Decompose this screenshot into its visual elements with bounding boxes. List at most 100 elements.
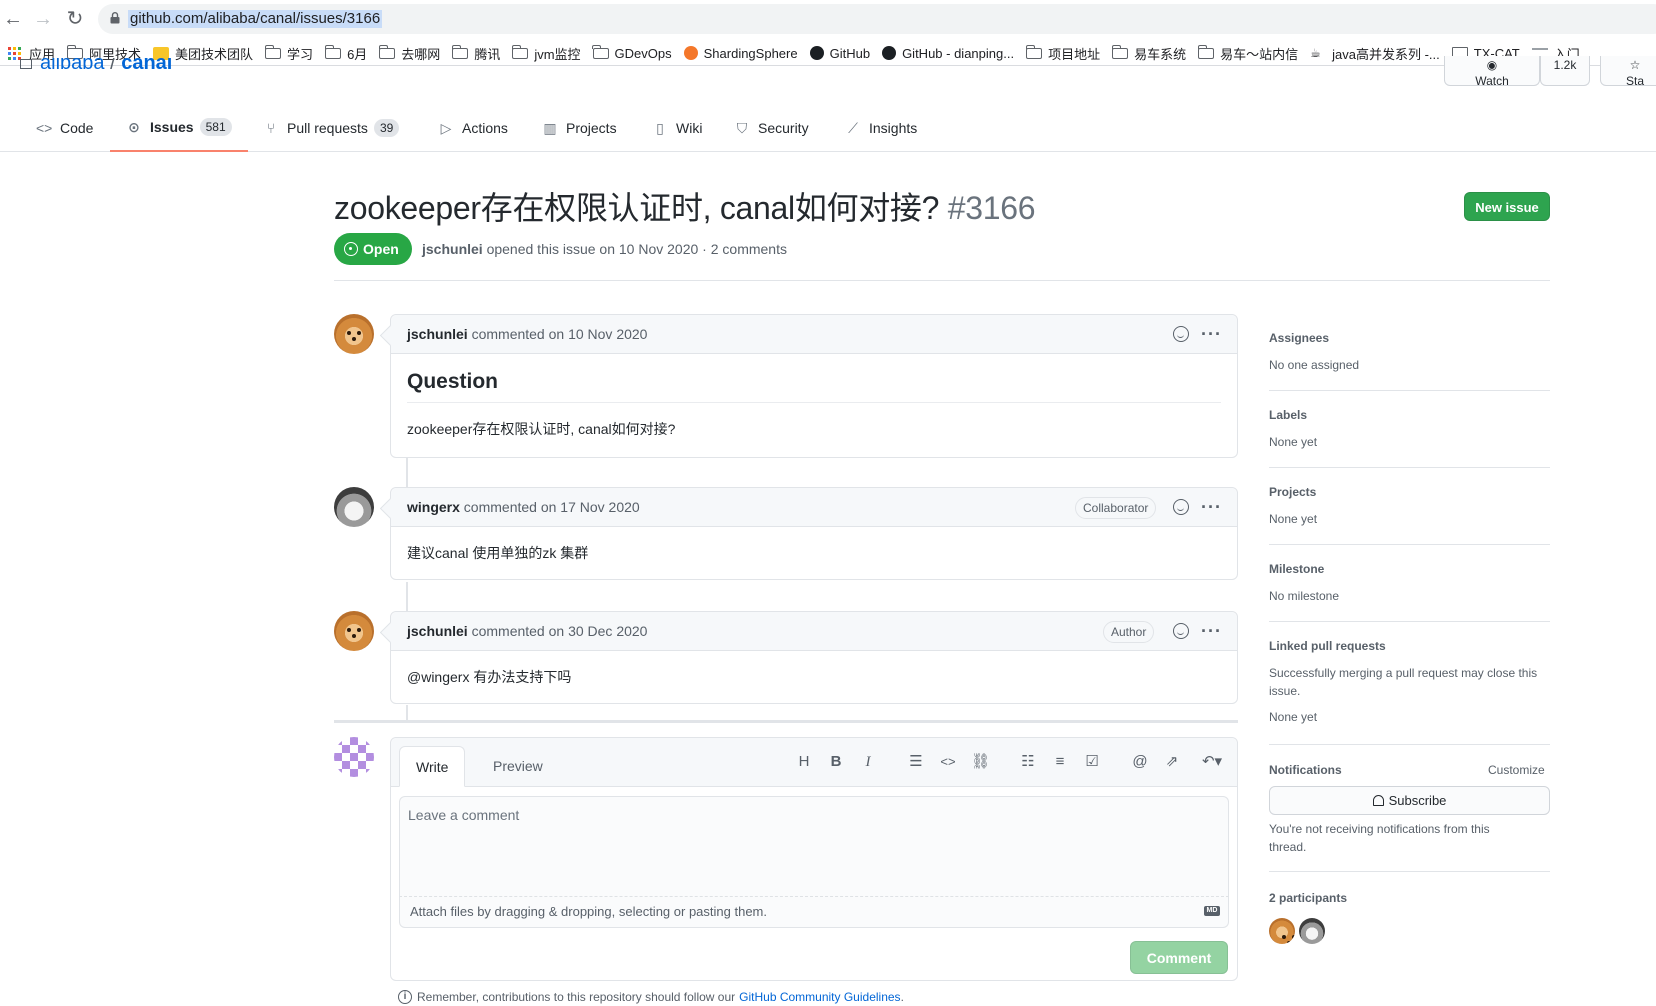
smiley-icon[interactable] <box>1173 499 1189 515</box>
labels-heading[interactable]: Labels <box>1269 408 1550 422</box>
back-arrow-icon[interactable]: ← <box>0 6 26 32</box>
sidebar-divider <box>1269 544 1550 545</box>
avatar[interactable] <box>334 487 374 527</box>
bookmark-item[interactable]: GitHub - dianping... <box>882 42 1014 64</box>
sidebar-divider <box>1269 744 1550 745</box>
unordered-list-icon[interactable]: ☷ <box>1019 753 1037 771</box>
bookmark-label: GitHub <box>829 45 871 61</box>
comment-author-link[interactable]: jschunlei <box>407 326 468 342</box>
quote-icon[interactable]: ☰ <box>907 753 925 771</box>
tab-preview[interactable]: Preview <box>477 746 559 787</box>
code-icon[interactable]: <> <box>939 753 957 771</box>
milestone-heading[interactable]: Milestone <box>1269 562 1550 576</box>
milestone-value: No milestone <box>1269 589 1340 603</box>
bookmark-item[interactable]: 项目地址 <box>1025 42 1101 64</box>
projects-value: None yet <box>1269 512 1318 526</box>
shardingsphere-icon <box>683 46 698 60</box>
mention-icon[interactable]: @ <box>1131 753 1149 771</box>
repo-owner-link[interactable]: alibaba <box>40 58 105 72</box>
smiley-icon[interactable] <box>1173 623 1189 639</box>
italic-icon[interactable]: I <box>859 753 877 771</box>
tab-code[interactable]: <> Code <box>36 104 93 152</box>
link-icon[interactable]: ⛓ <box>971 753 990 771</box>
projects-heading[interactable]: Projects <box>1269 485 1550 499</box>
comment-author-link[interactable]: wingerx <box>407 499 460 515</box>
heading-icon[interactable]: H <box>795 753 813 771</box>
subscribe-button[interactable]: Subscribe <box>1269 786 1550 815</box>
comment-button[interactable]: Comment <box>1130 941 1228 974</box>
comment-body: @wingerx 有办法支持下吗 <box>391 651 1237 703</box>
attach-files-area[interactable]: Attach files by dragging & dropping, sel… <box>399 897 1229 928</box>
avatar[interactable] <box>334 314 374 354</box>
assignees-heading[interactable]: Assignees <box>1269 331 1550 345</box>
reload-icon[interactable]: ↻ <box>62 6 88 32</box>
comment-textarea[interactable]: Leave a comment <box>399 796 1229 897</box>
guidelines-link[interactable]: GitHub Community Guidelines <box>739 990 900 1004</box>
bookmark-label: 项目地址 <box>1048 46 1101 62</box>
comment-author-link[interactable]: jschunlei <box>407 623 468 639</box>
comment: jschunlei commented on 10 Nov 2020 ··· Q… <box>390 314 1238 458</box>
url-text[interactable]: github.com/alibaba/canal/issues/3166 <box>128 10 383 28</box>
linked-prs-description: Successfully merging a pull request may … <box>1269 666 1538 698</box>
tab-issues[interactable]: ⊙ Issues 581 <box>110 104 248 152</box>
tab-actions[interactable]: ▷ Actions <box>438 104 508 152</box>
bookmark-item[interactable]: GDevOps <box>592 42 672 64</box>
assignees-value: No one assigned <box>1269 358 1360 372</box>
graph-icon: ⟋ <box>848 120 858 136</box>
shield-icon: ⛉ <box>736 120 748 136</box>
kebab-menu-icon[interactable]: ··· <box>1201 315 1222 354</box>
participants-heading: 2 participants <box>1269 891 1348 905</box>
participant-avatar[interactable] <box>1299 918 1325 944</box>
tab-pull-requests[interactable]: ⑂ Pull requests 39 <box>263 104 400 152</box>
task-list-icon[interactable]: ☑ <box>1083 753 1101 771</box>
avatar[interactable] <box>334 611 374 651</box>
star-button[interactable]: ☆ Sta <box>1600 56 1656 86</box>
cross-reference-icon[interactable]: ⇗ <box>1163 753 1181 771</box>
comment-editor: Write Preview H B I ☰ <> ⛓ ☷ ≡ ☑ @ ⇗ ↶▾ … <box>390 737 1238 981</box>
tab-write[interactable]: Write <box>399 746 466 787</box>
bookmark-label: 美团技术团队 <box>175 46 254 62</box>
watch-count[interactable]: 1.2k <box>1540 56 1590 86</box>
bookmark-item[interactable]: 去哪网 <box>378 42 441 64</box>
avatar[interactable] <box>334 737 374 777</box>
remember-note: i Remember, contributions to this reposit… <box>398 990 904 1004</box>
new-issue-button[interactable]: New issue <box>1464 192 1550 221</box>
comment-header: wingerx commented on 17 Nov 2020 Collabo… <box>391 488 1237 527</box>
bookmark-item[interactable]: 6月 <box>324 42 367 64</box>
browser-chrome: ← → ↻ github.com/alibaba/canal/issues/31… <box>0 0 1656 66</box>
bookmark-item[interactable]: ☕ java高并发系列 -... <box>1310 42 1440 64</box>
tab-security[interactable]: ⛉ Security <box>734 104 809 152</box>
forward-arrow-icon[interactable]: → <box>30 6 56 32</box>
bold-icon[interactable]: B <box>827 753 845 771</box>
linked-prs-heading: Linked pull requests <box>1269 639 1386 653</box>
editor-toolbar: Write Preview H B I ☰ <> ⛓ ☷ ≡ ☑ @ ⇗ ↶▾ <box>391 738 1237 787</box>
tab-wiki[interactable]: ▯ Wiki <box>652 104 702 152</box>
bookmark-item[interactable]: 学习 <box>264 42 313 64</box>
repo-name-link[interactable]: canal <box>121 58 172 72</box>
watch-button[interactable]: ◉ Watch ▾ <box>1444 56 1540 86</box>
issue-author-link[interactable]: jschunlei <box>422 241 483 257</box>
bookmark-item[interactable]: ShardingSphere <box>683 42 798 64</box>
comment-body: 建议canal 使用单独的zk 集群 <box>391 527 1237 579</box>
ordered-list-icon[interactable]: ≡ <box>1051 753 1069 771</box>
address-bar[interactable]: github.com/alibaba/canal/issues/3166 <box>98 4 1656 34</box>
reply-icon[interactable]: ↶▾ <box>1197 753 1227 771</box>
participant-avatar[interactable] <box>1269 918 1295 944</box>
folder-icon <box>378 45 396 59</box>
bookmark-item[interactable]: 易车系统 <box>1111 42 1186 64</box>
kebab-menu-icon[interactable]: ··· <box>1201 612 1222 651</box>
lock-icon <box>110 12 120 24</box>
kebab-menu-icon[interactable]: ··· <box>1201 488 1222 527</box>
bookmark-item[interactable]: 腾讯 <box>451 42 500 64</box>
smiley-icon[interactable] <box>1173 326 1189 342</box>
bookmark-label: 去哪网 <box>401 46 441 62</box>
bookmark-item[interactable]: 易车～站内信 <box>1197 42 1298 64</box>
tab-projects[interactable]: ▥ Projects <box>542 104 616 152</box>
bookmark-item[interactable]: GitHub <box>809 42 871 64</box>
bookmark-label: GitHub - dianping... <box>902 45 1015 61</box>
tab-insights[interactable]: ⟋ Insights <box>845 104 917 152</box>
bookmark-item[interactable]: jvm监控 <box>511 42 581 64</box>
folder-icon <box>451 45 469 59</box>
customize-link[interactable]: Customize <box>1488 763 1545 777</box>
pulls-counter: 39 <box>373 119 400 137</box>
